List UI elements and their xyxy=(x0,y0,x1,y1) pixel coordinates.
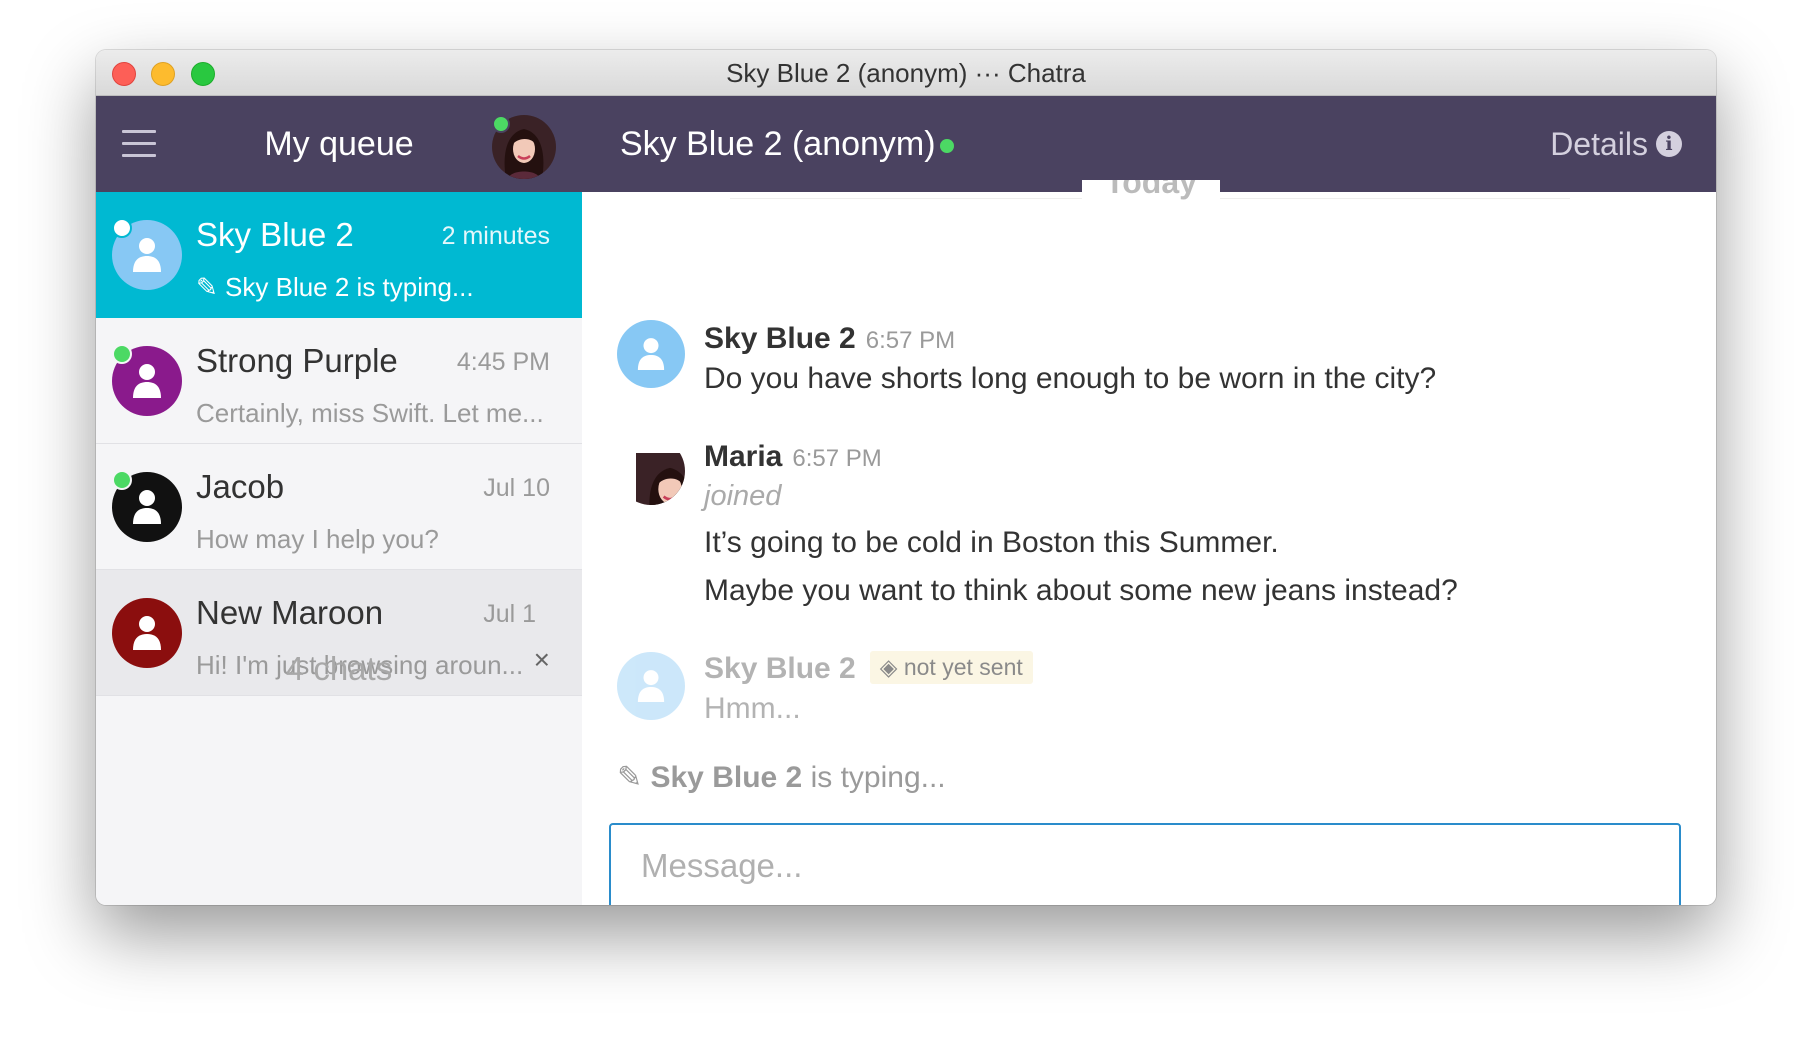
chat-item-jacob[interactable]: Jacob Jul 10 How may I help you? xyxy=(96,444,582,570)
person-icon xyxy=(133,490,161,524)
conversation-panel: Sky Blue 2 (anonym) Details i Today Sky B… xyxy=(582,96,1716,905)
not-sent-badge: ◈ not yet sent xyxy=(869,650,1033,684)
visitor-avatar xyxy=(617,320,685,388)
person-icon xyxy=(133,616,161,650)
online-dot xyxy=(939,139,954,154)
sidebar: My queue Sky Blue 2 2 minutes ✎ Sky Blue… xyxy=(96,96,582,905)
chat-time: Jul 1 xyxy=(483,600,536,628)
chat-time: 4:45 PM xyxy=(456,348,550,376)
chat-item-sky-blue-2[interactable]: Sky Blue 2 2 minutes ✎ Sky Blue 2 is typ… xyxy=(96,192,582,318)
chat-preview: How may I help you? xyxy=(196,524,439,554)
visitor-avatar xyxy=(617,652,685,720)
chat-name: Sky Blue 2 xyxy=(196,216,354,253)
person-icon xyxy=(133,364,161,398)
chat-time: Jul 10 xyxy=(483,474,550,502)
chat-time: 2 minutes xyxy=(441,222,550,250)
chat-preview: ✎ Sky Blue 2 is typing... xyxy=(196,272,474,303)
date-divider: Today xyxy=(1082,180,1220,210)
person-icon xyxy=(133,238,161,272)
person-icon xyxy=(637,338,665,370)
message-time: 6:57 PM xyxy=(865,327,956,354)
typing-indicator: ✎ Sky Blue 2 is typing... xyxy=(617,760,946,795)
chat-name: Jacob xyxy=(196,468,285,505)
online-dot xyxy=(112,344,132,364)
title-bar: Sky Blue 2 (anonym) ··· Chatra xyxy=(96,50,1716,96)
message-author: Sky Blue 2 ◈ not yet sent xyxy=(704,650,1033,687)
agent-avatar xyxy=(617,437,685,505)
pencil-icon: ✎ xyxy=(617,760,643,795)
chat-count: 4 chats xyxy=(285,650,393,687)
contact-title: Sky Blue 2 (anonym) xyxy=(620,96,954,192)
online-dot xyxy=(112,470,132,490)
message-author: Maria 6:57 PM xyxy=(704,440,882,473)
message-text: Hmm... xyxy=(704,692,801,725)
message-input[interactable] xyxy=(609,823,1681,905)
message-time: 6:57 PM xyxy=(792,445,882,472)
status-dot xyxy=(112,218,132,238)
join-event: joined xyxy=(704,480,782,512)
person-icon xyxy=(637,670,665,702)
app-window: Sky Blue 2 (anonym) ··· Chatra My queue xyxy=(96,50,1716,905)
chat-name: New Maroon xyxy=(196,594,384,631)
conversation-header: Sky Blue 2 (anonym) Details i xyxy=(582,96,1716,192)
chat-item-strong-purple[interactable]: Strong Purple 4:45 PM Certainly, miss Sw… xyxy=(96,318,582,444)
window-title: Sky Blue 2 (anonym) ··· Chatra xyxy=(726,58,1086,88)
message-text: Maybe you want to think about some new j… xyxy=(704,574,1458,607)
details-button[interactable]: Details i xyxy=(1550,96,1682,192)
sidebar-header: My queue xyxy=(96,96,582,192)
message-text: Do you have shorts long enough to be wor… xyxy=(704,362,1437,395)
message-text: It’s going to be cold in Boston this Sum… xyxy=(704,526,1279,559)
pencil-icon: ✎ xyxy=(196,273,218,303)
chat-name: Strong Purple xyxy=(196,342,398,379)
eye-slash-icon: ◈ xyxy=(879,654,898,681)
info-icon: i xyxy=(1656,130,1682,157)
chat-preview: Certainly, miss Swift. Let me... xyxy=(196,398,544,428)
message-author: Sky Blue 2 6:57 PM xyxy=(704,322,956,355)
agent-online-dot xyxy=(492,115,510,133)
